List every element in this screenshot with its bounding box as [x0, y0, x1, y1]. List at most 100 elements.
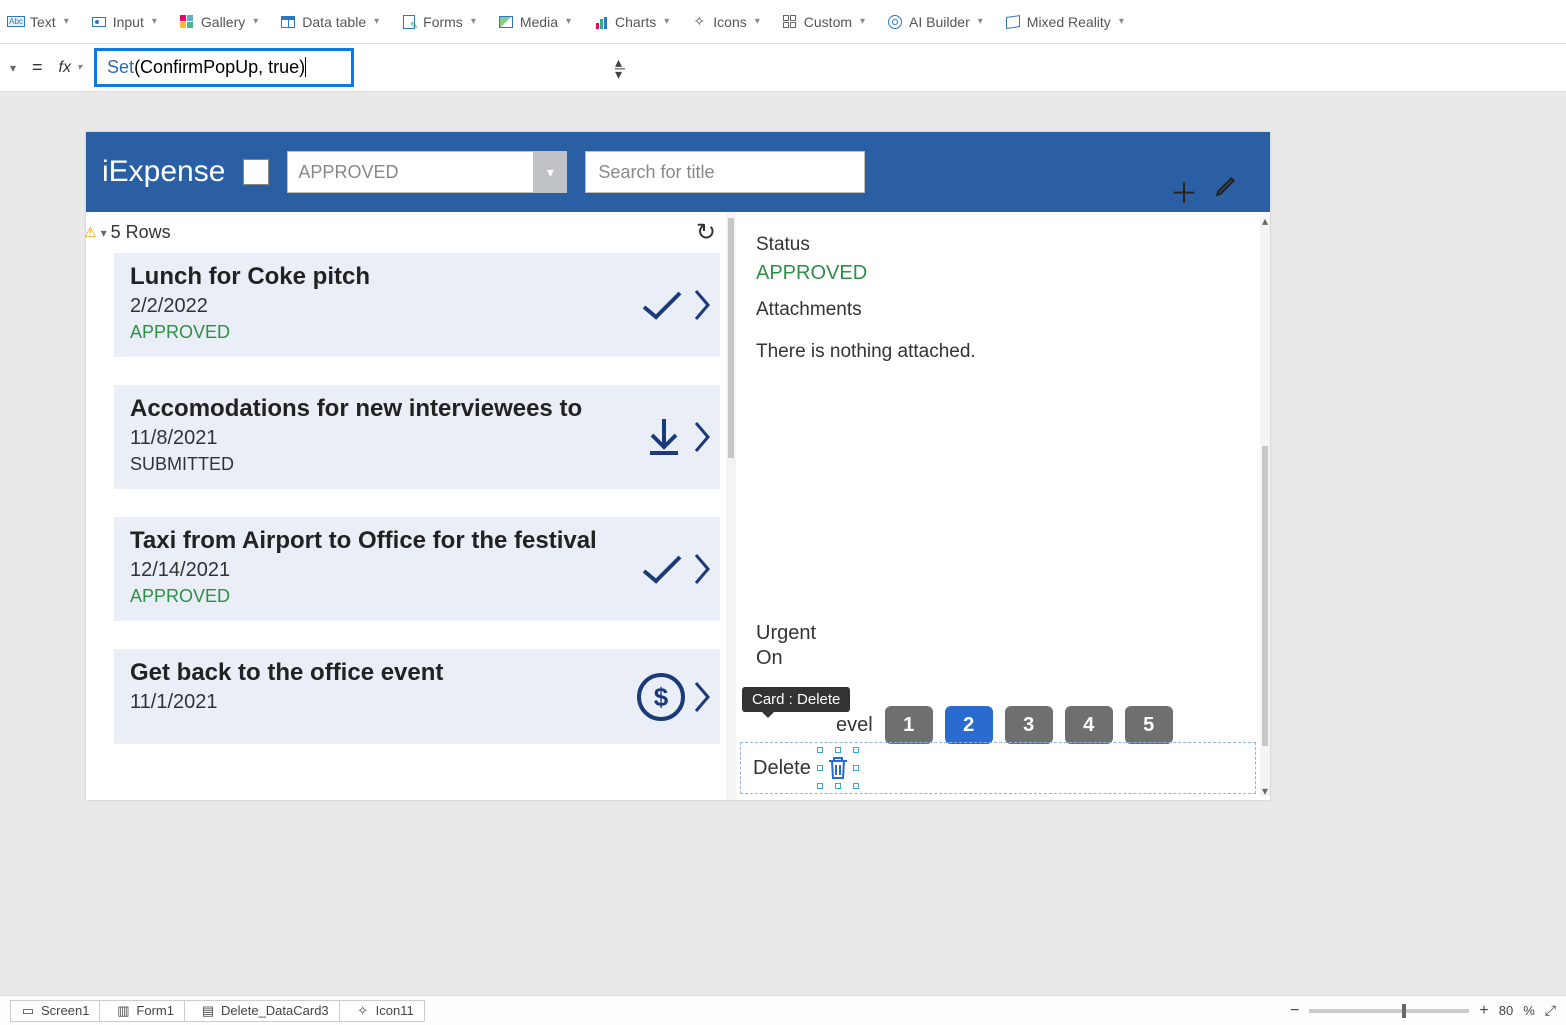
- property-dropdown[interactable]: ▾: [6, 61, 20, 75]
- ribbon-label: Custom: [804, 14, 852, 30]
- list-scrollbar[interactable]: [726, 212, 736, 800]
- ribbon-charts[interactable]: Charts ▾: [593, 14, 669, 30]
- warning-icon: ⚠: [84, 224, 97, 241]
- ribbon-ai[interactable]: AI Builder ▾: [887, 14, 983, 30]
- ribbon-icons[interactable]: ✧ Icons ▾: [691, 14, 760, 30]
- urgent-label: Urgent: [756, 622, 816, 645]
- check-icon[interactable]: [638, 285, 686, 325]
- delete-datacard[interactable]: Delete: [740, 742, 1256, 794]
- chevron-right-icon[interactable]: [692, 417, 712, 457]
- trash-icon[interactable]: [821, 751, 855, 785]
- chevron-right-icon[interactable]: [692, 677, 712, 717]
- split-handle[interactable]: ▴─▾: [615, 59, 625, 77]
- ribbon-label: Input: [113, 14, 144, 30]
- detail-pane: Status APPROVED Attachments There is not…: [736, 212, 1270, 800]
- list-item[interactable]: Accomodations for new interviewees to 11…: [114, 385, 720, 489]
- app-body: ＋ ⚠ ▾ 5 Rows ↻ Lunch for Coke: [86, 212, 1270, 800]
- status-value: APPROVED: [756, 262, 1254, 285]
- canvas: iExpense APPROVED ▾ Search for title ＋: [0, 92, 1566, 995]
- ribbon-custom[interactable]: Custom ▾: [782, 14, 865, 30]
- item-title: Get back to the office event: [130, 659, 704, 687]
- zoom-in-button[interactable]: +: [1479, 1002, 1488, 1020]
- chevron-down-icon: ▾: [978, 16, 983, 27]
- ribbon-media[interactable]: Media ▾: [498, 14, 571, 30]
- level-button-2[interactable]: 2: [945, 706, 993, 744]
- ribbon-datatable[interactable]: Data table ▾: [280, 14, 379, 30]
- chevron-down-icon: ▾: [860, 16, 865, 27]
- status-select[interactable]: APPROVED ▾: [287, 151, 567, 193]
- attachments-empty: There is nothing attached.: [756, 341, 1254, 363]
- chevron-right-icon[interactable]: [692, 549, 712, 589]
- list-item[interactable]: Taxi from Airport to Office for the fest…: [114, 517, 720, 621]
- svg-text:$: $: [654, 682, 669, 712]
- status-label: Status: [756, 234, 1254, 256]
- level-button-4[interactable]: 4: [1065, 706, 1113, 744]
- search-input[interactable]: Search for title: [585, 151, 865, 193]
- caret: [305, 57, 306, 77]
- level-button-1[interactable]: 1: [885, 706, 933, 744]
- ribbon-mr[interactable]: Mixed Reality ▾: [1005, 14, 1124, 30]
- form-icon: ▥: [116, 1004, 130, 1018]
- ribbon: Abc Text ▾ Input ▾ Gallery ▾ Data table …: [0, 0, 1566, 44]
- crumb-screen[interactable]: ▭ Screen1: [10, 1000, 100, 1022]
- status-bar: ▭ Screen1 ▥ Form1 ▤ Delete_DataCard3 ✧ I…: [0, 995, 1566, 1025]
- item-date: 11/8/2021: [130, 427, 704, 450]
- ribbon-label: Gallery: [201, 14, 245, 30]
- list-item[interactable]: Get back to the office event 11/1/2021 $: [114, 649, 720, 744]
- level-label: evel: [836, 714, 873, 737]
- ribbon-text[interactable]: Abc Text ▾: [8, 14, 69, 30]
- card-icon: ▤: [201, 1004, 215, 1018]
- chart-icon: [593, 14, 609, 30]
- zoom-value: 80: [1499, 1003, 1513, 1018]
- chevron-right-icon[interactable]: [692, 285, 712, 325]
- fx-label[interactable]: fx▾: [55, 59, 86, 77]
- app-title: iExpense: [102, 155, 225, 189]
- list-item[interactable]: Lunch for Coke pitch 2/2/2022 APPROVED: [114, 253, 720, 357]
- delete-label: Delete: [753, 757, 811, 780]
- item-title: Taxi from Airport to Office for the fest…: [130, 527, 704, 555]
- formula-bar: ▾ = fx▾ Set(ConfirmPopUp, true) ▴─▾: [0, 44, 1566, 92]
- item-status: APPROVED: [130, 586, 704, 607]
- list-pane: ⚠ ▾ 5 Rows ↻ Lunch for Coke pitch 2/2/20…: [86, 212, 736, 800]
- dollar-icon[interactable]: $: [636, 672, 686, 722]
- chevron-down-icon[interactable]: ▾: [101, 226, 107, 240]
- ribbon-gallery[interactable]: Gallery ▾: [179, 14, 258, 30]
- refresh-icon[interactable]: ↻: [696, 218, 716, 247]
- ribbon-label: Forms: [423, 14, 463, 30]
- breadcrumb: ▭ Screen1 ▥ Form1 ▤ Delete_DataCard3 ✧ I…: [10, 1000, 425, 1022]
- check-icon[interactable]: [638, 549, 686, 589]
- zoom-pct: %: [1523, 1003, 1535, 1018]
- expand-icon[interactable]: ⤢: [1545, 1002, 1556, 1019]
- ribbon-input[interactable]: Input ▾: [91, 14, 157, 30]
- filter-checkbox[interactable]: [243, 159, 269, 185]
- formula-input[interactable]: Set(ConfirmPopUp, true): [94, 48, 354, 87]
- level-button-5[interactable]: 5: [1125, 706, 1173, 744]
- item-status: SUBMITTED: [130, 454, 704, 475]
- chevron-down-icon: ▾: [533, 151, 567, 193]
- form-icon: [401, 14, 417, 30]
- formula-args: (ConfirmPopUp, true): [134, 57, 305, 77]
- mr-icon: [1005, 14, 1021, 30]
- crumb-form[interactable]: ▥ Form1: [100, 1000, 185, 1022]
- zoom-slider[interactable]: [1309, 1009, 1469, 1013]
- crumb-datacard[interactable]: ▤ Delete_DataCard3: [185, 1000, 340, 1022]
- zoom-out-button[interactable]: −: [1290, 1002, 1299, 1020]
- rows-count: 5 Rows: [111, 222, 171, 243]
- item-date: 11/1/2021: [130, 691, 704, 714]
- text-icon: Abc: [8, 14, 24, 30]
- ribbon-label: Charts: [615, 14, 656, 30]
- screen-icon: ▭: [21, 1004, 35, 1018]
- add-button[interactable]: ＋: [1170, 172, 1198, 212]
- chevron-down-icon: ▾: [664, 16, 669, 27]
- custom-icon: [782, 14, 798, 30]
- ribbon-forms[interactable]: Forms ▾: [401, 14, 476, 30]
- chevron-down-icon: ▾: [152, 16, 157, 27]
- item-title: Lunch for Coke pitch: [130, 263, 704, 291]
- download-icon[interactable]: [642, 415, 686, 459]
- crumb-icon[interactable]: ✧ Icon11: [340, 1000, 425, 1022]
- app-frame: iExpense APPROVED ▾ Search for title ＋: [86, 132, 1270, 800]
- detail-scrollbar[interactable]: ▴ ▾: [1260, 216, 1270, 796]
- level-button-3[interactable]: 3: [1005, 706, 1053, 744]
- edit-button[interactable]: [1214, 172, 1240, 212]
- ribbon-label: AI Builder: [909, 14, 970, 30]
